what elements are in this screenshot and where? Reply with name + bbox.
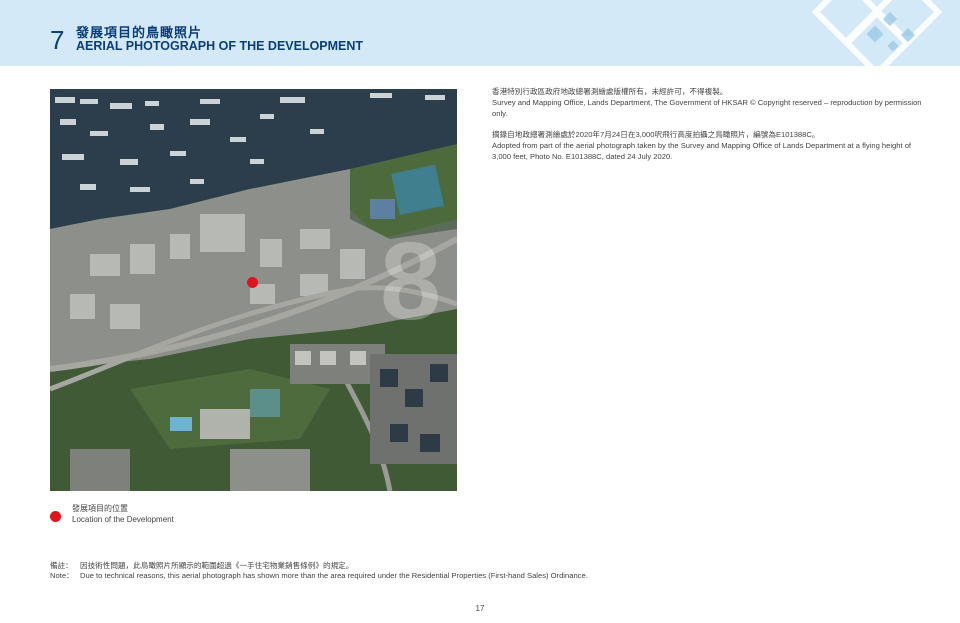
footnote: 備註： 因技術性問題，此鳥瞰照片所顯示的範圍超過《一手住宅物業銷售條例》的規定。… <box>50 561 588 581</box>
section-number: 7 <box>50 25 65 55</box>
note-label-cn: 備註： <box>50 561 73 570</box>
development-location-marker <box>247 277 258 288</box>
svg-text:8: 8 <box>380 220 441 343</box>
legend-label-cn: 發展項目的位置 <box>72 504 128 513</box>
copyright-notice: 香港特別行政區政府地政總署測繪處版權所有，未經許可，不得複製。 Survey a… <box>492 86 932 119</box>
photo-source: 摘錄自地政總署測繪處於2020年7月24日在3,000呎飛行高度拍攝之鳥瞰照片，… <box>492 129 932 162</box>
legend-label: 發展項目的位置 Location of the Development <box>72 503 174 525</box>
copyright-en: Survey and Mapping Office, Lands Departm… <box>492 98 922 118</box>
page-number: 17 <box>475 604 485 613</box>
legend-label-en: Location of the Development <box>72 515 174 524</box>
note-text-cn: 因技術性問題，此鳥瞰照片所顯示的範圍超過《一手住宅物業銷售條例》的規定。 <box>80 561 354 570</box>
source-en: Adopted from part of the aerial photogra… <box>492 141 912 161</box>
copyright-cn: 香港特別行政區政府地政總署測繪處版權所有，未經許可，不得複製。 <box>492 87 728 96</box>
note-text-en: Due to technical reasons, this aerial ph… <box>80 571 588 580</box>
page-header: 7 發展項目的鳥瞰照片 AERIAL PHOTOGRAPH OF THE DEV… <box>0 0 960 66</box>
legend-marker-icon <box>50 511 61 522</box>
section-title-en: AERIAL PHOTOGRAPH OF THE DEVELOPMENT <box>76 39 364 53</box>
note-label-en: Note： <box>50 571 74 580</box>
aerial-photograph: 8 <box>50 89 457 491</box>
photo-credits: 香港特別行政區政府地政總署測繪處版權所有，未經許可，不得複製。 Survey a… <box>492 86 932 172</box>
source-cn: 摘錄自地政總署測繪處於2020年7月24日在3,000呎飛行高度拍攝之鳥瞰照片，… <box>492 130 820 139</box>
header-diamond-decoration <box>811 0 943 66</box>
